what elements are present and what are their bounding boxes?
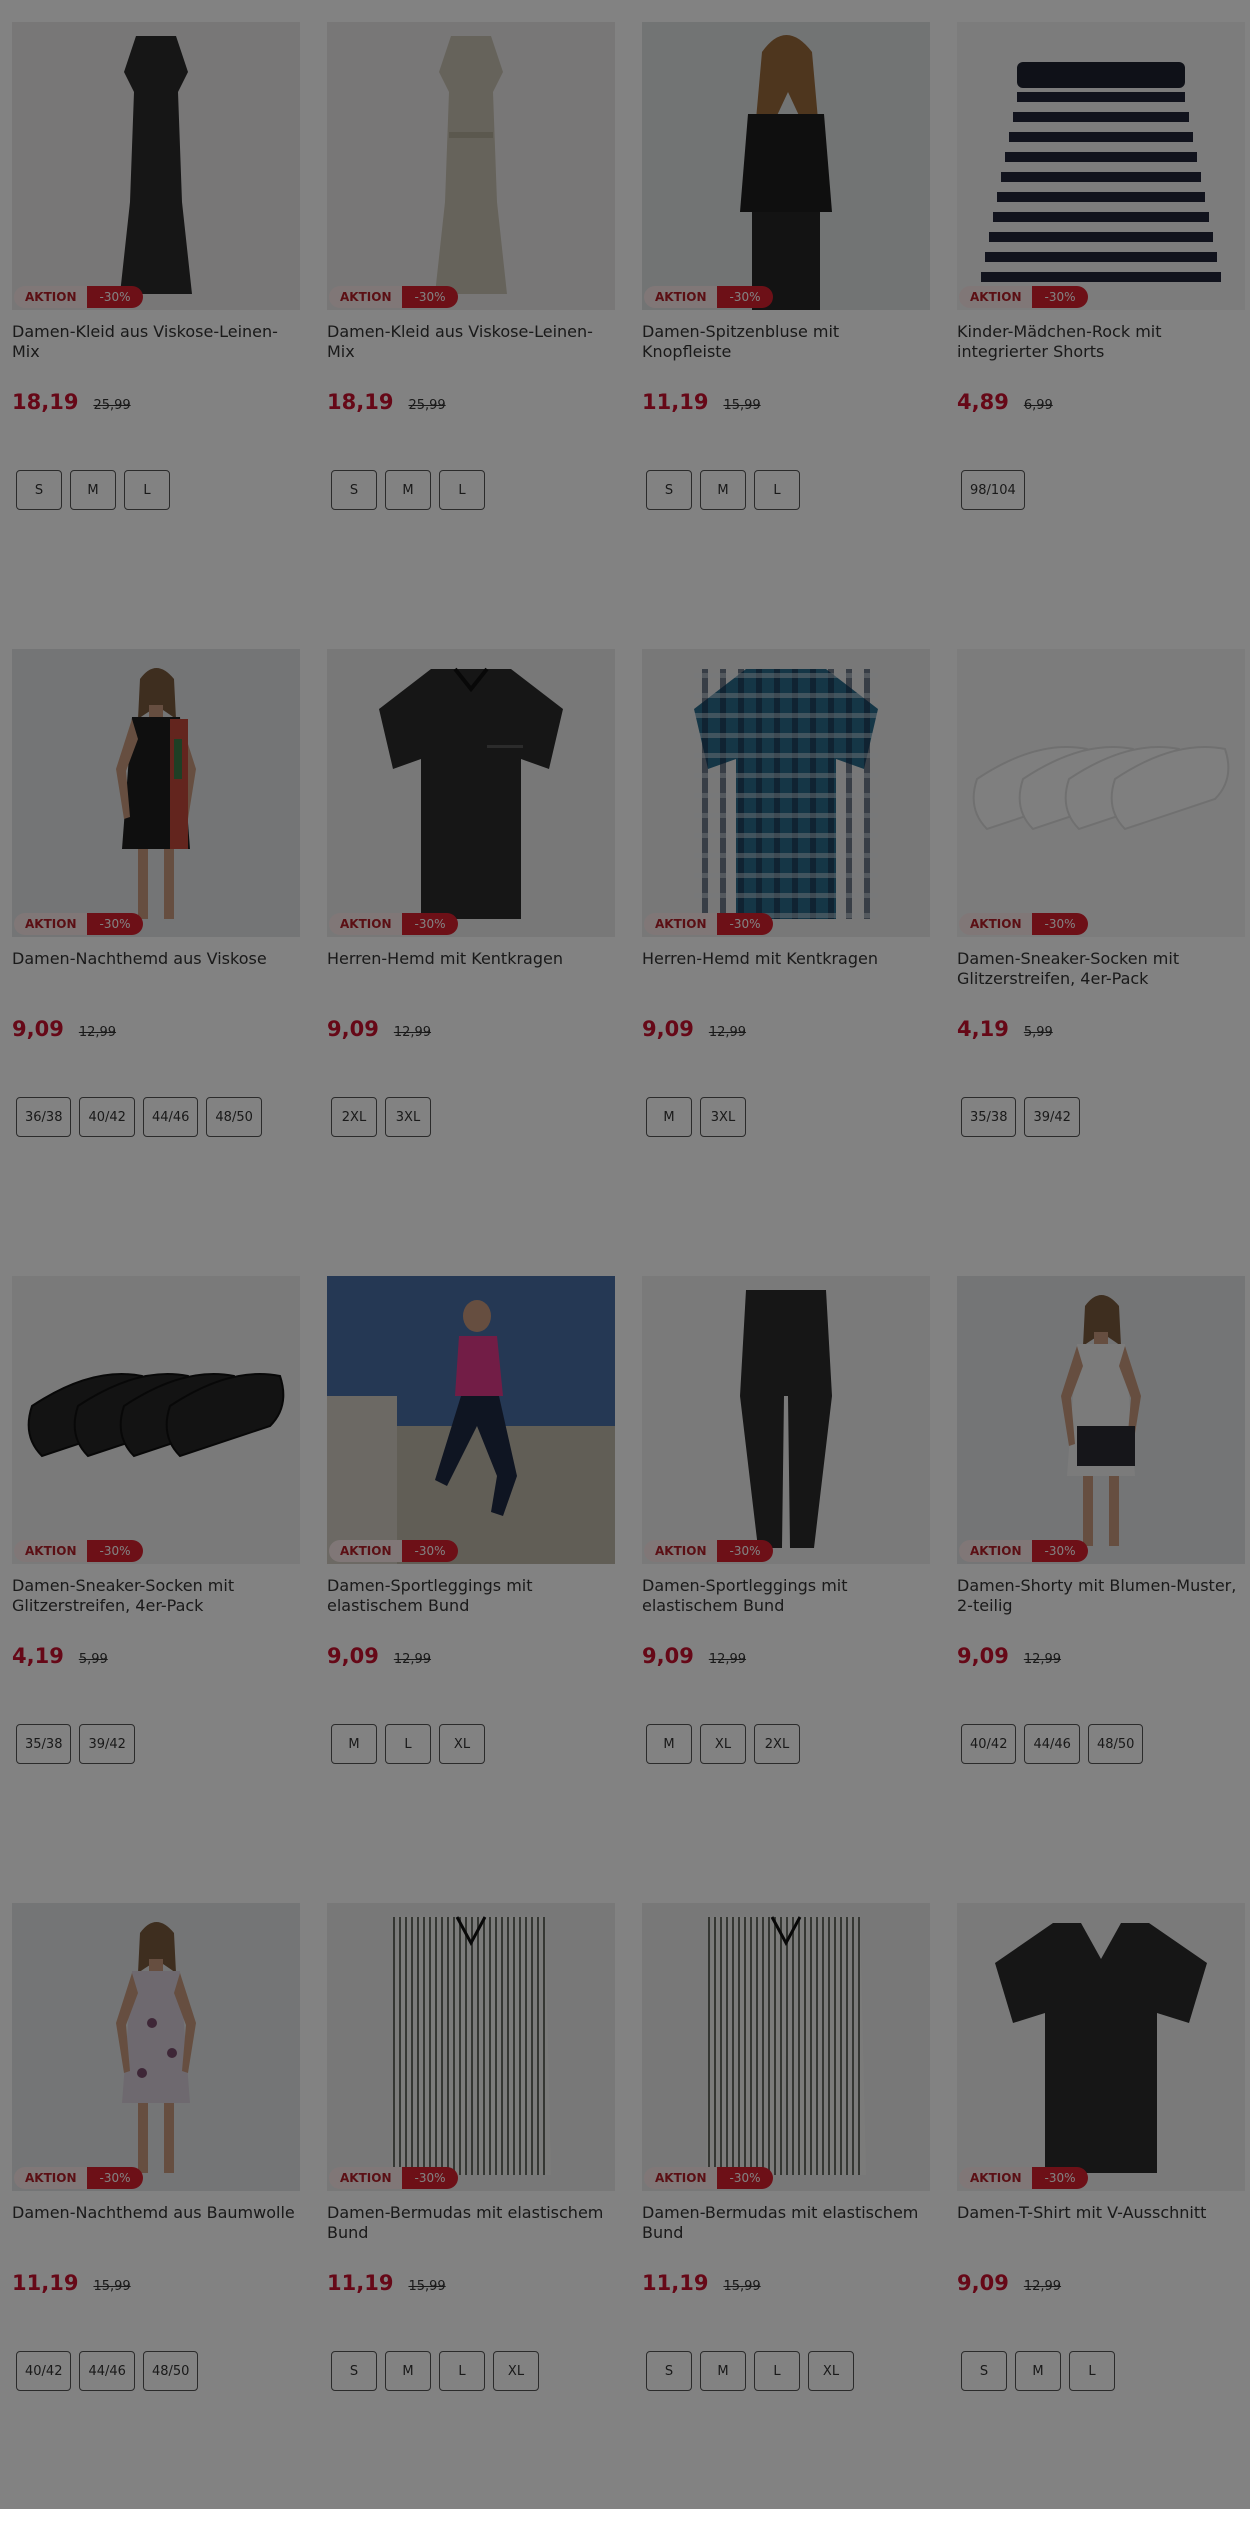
modal-backdrop-overlay[interactable] bbox=[0, 0, 1250, 2509]
